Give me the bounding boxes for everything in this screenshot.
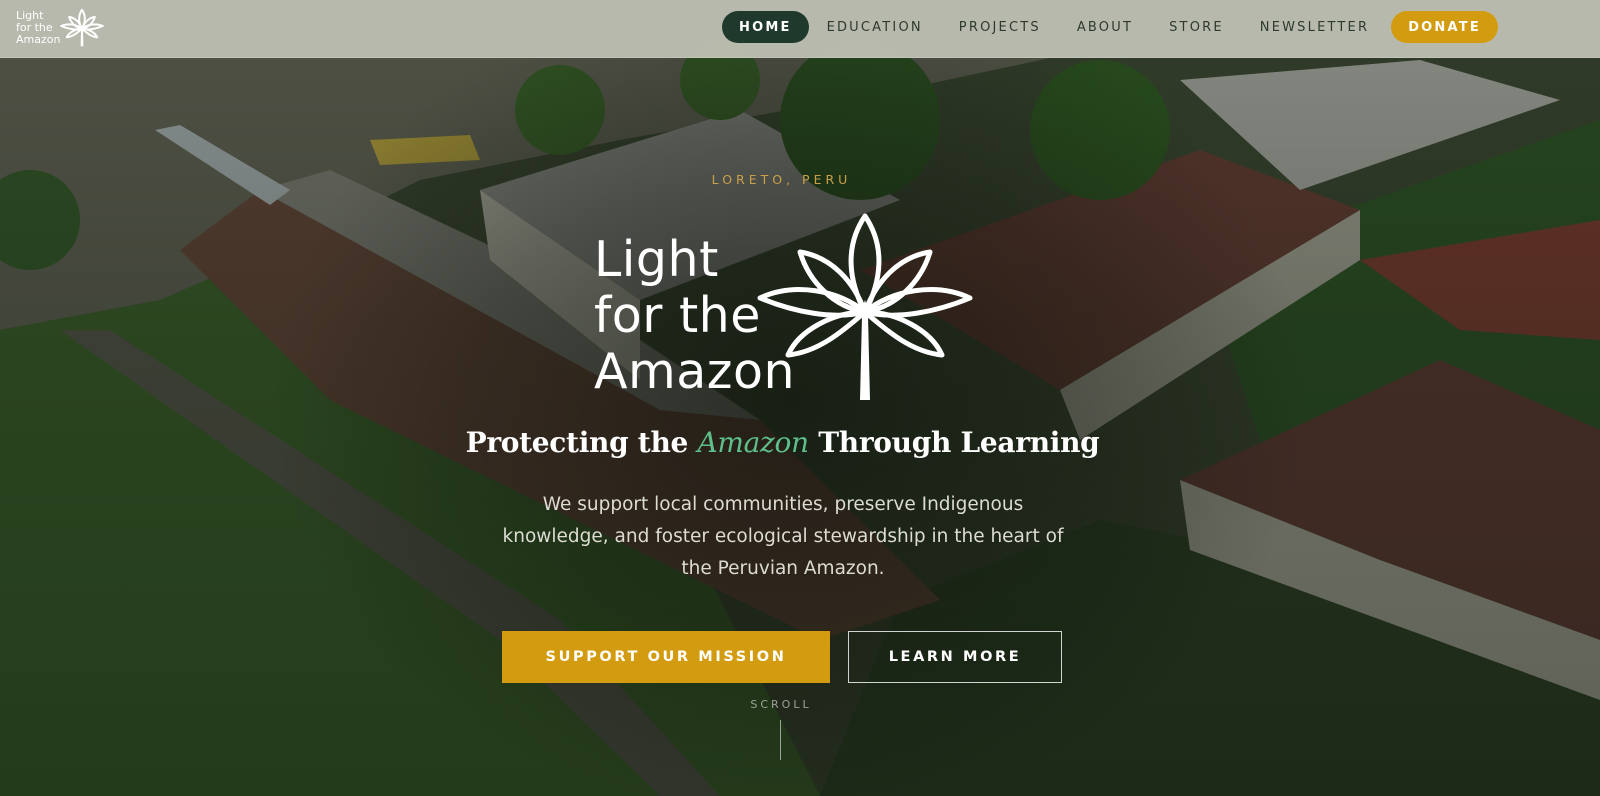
support-mission-button[interactable]: SUPPORT OUR MISSION (502, 631, 830, 683)
nav-education[interactable]: EDUCATION (809, 11, 941, 43)
hero-subtext: We support local communities, preserve I… (502, 494, 1064, 579)
hero-logo: Light for the Amazon (594, 212, 974, 404)
top-navbar: Light for the Amazon HOME EDUCATION PROJ… (0, 0, 1600, 58)
nav-newsletter[interactable]: NEWSLETTER (1242, 11, 1387, 43)
hero-headline: Protecting the Amazon Through Learning (0, 426, 1565, 459)
nav-about[interactable]: ABOUT (1059, 11, 1151, 43)
nav-projects[interactable]: PROJECTS (941, 11, 1059, 43)
scroll-indicator-line (780, 720, 781, 760)
headline-part: Protecting the (465, 426, 698, 459)
hero-eyebrow: LORETO, PERU (711, 172, 852, 187)
nav-store[interactable]: STORE (1151, 11, 1242, 43)
brand-logo[interactable]: Light for the Amazon (16, 5, 104, 51)
learn-more-button[interactable]: LEARN MORE (848, 631, 1062, 683)
hero-section: LORETO, PERU Light for the Amazon Protec… (0, 0, 1600, 796)
headline-part: Through Learning (808, 426, 1100, 459)
nav-home[interactable]: HOME (722, 11, 809, 43)
leaf-star-icon (60, 8, 104, 47)
donate-button[interactable]: DONATE (1391, 11, 1498, 43)
leaf-star-icon (757, 213, 973, 400)
scroll-indicator-label: SCROLL (750, 698, 812, 711)
brand-line: Amazon (16, 33, 61, 46)
headline-accent: Amazon (697, 426, 809, 459)
brand-wordmark: Light for the Amazon (16, 10, 60, 46)
nav-links: HOME EDUCATION PROJECTS ABOUT STORE NEWS… (722, 11, 1498, 43)
